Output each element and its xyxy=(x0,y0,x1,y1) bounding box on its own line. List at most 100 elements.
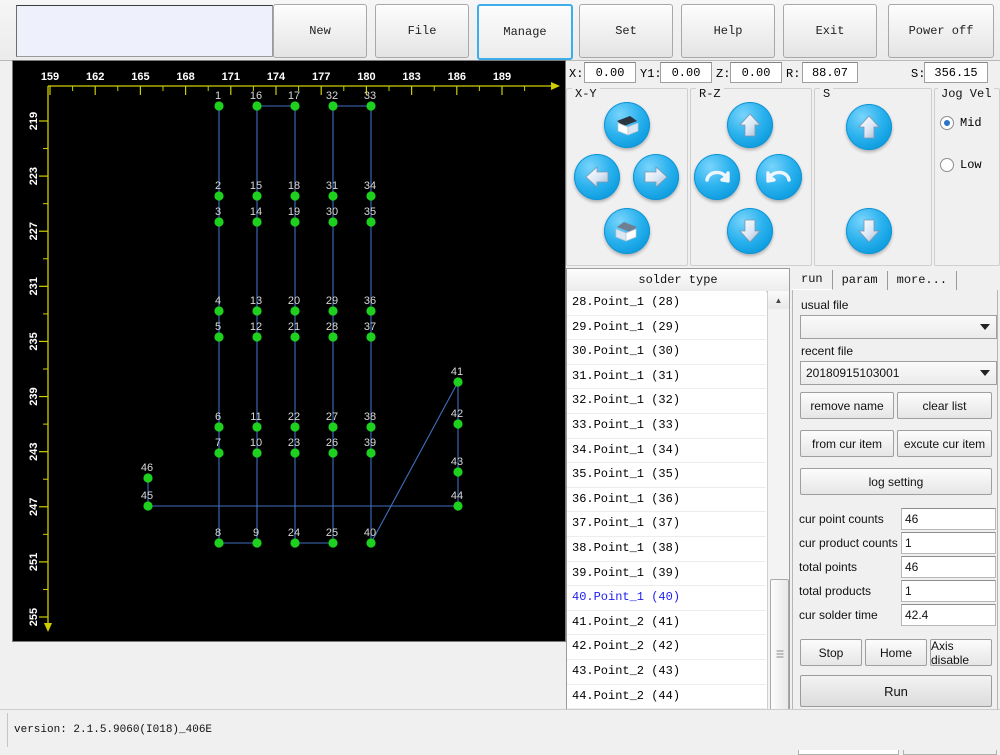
svg-text:13: 13 xyxy=(250,295,262,307)
solder-list-row[interactable]: 44.Point_2 (44) xyxy=(567,685,766,710)
svg-text:45: 45 xyxy=(141,490,153,502)
svg-text:11: 11 xyxy=(250,411,261,423)
jog-velocity-option-mid[interactable]: Mid xyxy=(940,116,982,130)
svg-text:20: 20 xyxy=(288,295,300,307)
toolbar-button-set[interactable]: Set xyxy=(579,4,673,58)
solder-list-header: solder type xyxy=(567,269,789,292)
toolbar-button-new[interactable]: New xyxy=(273,4,367,58)
solder-type-list-panel: solder type 28.Point_1 (28) 29.Point_1 (2… xyxy=(566,268,790,744)
svg-text:186: 186 xyxy=(448,71,466,83)
svg-text:14: 14 xyxy=(250,206,262,218)
svg-text:6: 6 xyxy=(215,411,221,423)
radio-icon[interactable] xyxy=(940,116,954,130)
jog-velocity-label: Low xyxy=(960,158,982,172)
point-layout-canvas[interactable]: 159 162 165 168 171 174 177 180 183 186 189 219 223 2… xyxy=(12,60,566,642)
coord-value-z: 0.00 xyxy=(730,62,782,83)
jog-rz-down-button[interactable] xyxy=(727,208,773,254)
coord-label-y1: Y1: xyxy=(640,67,662,81)
jog-xy-tilt-up-button[interactable] xyxy=(604,102,650,148)
toolbar-button-power-off[interactable]: Power off xyxy=(888,4,994,58)
jog-xy-tilt-down-button[interactable] xyxy=(604,208,650,254)
tab-run[interactable]: run xyxy=(792,270,833,290)
svg-text:38: 38 xyxy=(364,411,376,423)
solder-list-row[interactable]: 42.Point_2 (42) xyxy=(567,635,766,660)
solder-list-row[interactable]: 41.Point_2 (41) xyxy=(567,611,766,636)
stat-value: 42.4 xyxy=(901,604,996,626)
solder-list-scrollbar[interactable]: ▲ ▼ xyxy=(767,291,789,743)
solder-list-row[interactable]: 35.Point_1 (35) xyxy=(567,463,766,488)
log-setting-button[interactable]: log setting xyxy=(800,468,992,495)
solder-list-row[interactable]: 38.Point_1 (38) xyxy=(567,537,766,562)
solder-list-row[interactable]: 33.Point_1 (33) xyxy=(567,414,766,439)
svg-text:31: 31 xyxy=(326,180,338,192)
home-button[interactable]: Home xyxy=(865,639,927,666)
svg-text:43: 43 xyxy=(451,456,463,468)
solder-list-row[interactable]: 36.Point_1 (36) xyxy=(567,488,766,513)
stop-button[interactable]: Stop xyxy=(800,639,862,666)
jog-rz-up-button[interactable] xyxy=(727,102,773,148)
solder-list-row[interactable]: 40.Point_1 (40) xyxy=(567,586,766,611)
jog-s-up-button[interactable] xyxy=(846,104,892,150)
solder-list-row[interactable]: 30.Point_1 (30) xyxy=(567,340,766,365)
svg-text:39: 39 xyxy=(364,437,376,449)
jog-r-rotate-cw-button[interactable] xyxy=(694,154,740,200)
stat-label: cur point counts xyxy=(799,512,884,526)
right-control-panel: run param more... usual file recent file 2… xyxy=(792,268,998,755)
run-tab-pane: usual file recent file 20180915103001 re… xyxy=(792,290,998,755)
solder-list-row[interactable]: 31.Point_1 (31) xyxy=(567,365,766,390)
svg-text:41: 41 xyxy=(451,366,463,378)
run-button[interactable]: Run xyxy=(800,675,992,707)
toolbar-button-help[interactable]: Help xyxy=(681,4,775,58)
usual-file-label: usual file xyxy=(801,298,849,312)
radio-icon[interactable] xyxy=(940,158,954,172)
coord-label-x: X: xyxy=(569,67,584,81)
solder-list-body[interactable]: 28.Point_1 (28) 29.Point_1 (29) 30.Point_1… xyxy=(567,291,766,743)
coord-value-s: 356.15 xyxy=(924,62,988,83)
svg-text:8: 8 xyxy=(215,527,221,539)
svg-text:18: 18 xyxy=(288,180,300,192)
solder-list-row[interactable]: 39.Point_1 (39) xyxy=(567,562,766,587)
recent-file-label: recent file xyxy=(801,344,854,358)
svg-text:168: 168 xyxy=(176,71,194,83)
coord-value-r: 88.07 xyxy=(802,62,858,83)
jog-s-down-button[interactable] xyxy=(846,208,892,254)
svg-text:247: 247 xyxy=(28,498,40,516)
axis-disable-button[interactable]: Axis disable xyxy=(930,639,992,667)
solder-list-row[interactable]: 32.Point_1 (32) xyxy=(567,389,766,414)
stat-row: cur point counts 46 xyxy=(793,508,997,531)
toolbar-button-file[interactable]: File xyxy=(375,4,469,58)
jog-xy-left-button[interactable] xyxy=(574,154,620,200)
svg-text:3: 3 xyxy=(215,206,221,218)
from-cur-item-button[interactable]: from cur item xyxy=(800,430,894,457)
scroll-up-arrow-icon[interactable]: ▲ xyxy=(768,291,789,309)
tab-param[interactable]: param xyxy=(833,271,888,290)
tab-more[interactable]: more... xyxy=(888,271,958,290)
toolbar-button-manage[interactable]: Manage xyxy=(477,4,573,60)
toolbar-button-exit[interactable]: Exit xyxy=(783,4,877,58)
svg-text:23: 23 xyxy=(288,437,300,449)
solder-list-row[interactable]: 34.Point_1 (34) xyxy=(567,439,766,464)
stat-label: cur solder time xyxy=(799,608,878,622)
excute-cur-item-button[interactable]: excute cur item xyxy=(897,430,992,457)
solder-list-row[interactable]: 43.Point_2 (43) xyxy=(567,660,766,685)
solder-list-row[interactable]: 28.Point_1 (28) xyxy=(567,291,766,316)
stat-value: 46 xyxy=(901,508,996,530)
solder-list-row[interactable]: 29.Point_1 (29) xyxy=(567,316,766,341)
right-panel-tabs[interactable]: run param more... xyxy=(792,268,958,290)
svg-text:15: 15 xyxy=(250,180,262,192)
jog-velocity-option-low[interactable]: Low xyxy=(940,158,982,172)
svg-text:10: 10 xyxy=(250,437,262,449)
scrollbar-thumb[interactable] xyxy=(770,579,789,729)
usual-file-combo[interactable] xyxy=(800,315,997,339)
clear-list-button[interactable]: clear list xyxy=(897,392,992,419)
stat-value: 1 xyxy=(901,532,996,554)
svg-text:24: 24 xyxy=(288,527,300,539)
top-toolbar: New File Manage Set Help Exit Power off xyxy=(0,0,1000,61)
svg-text:171: 171 xyxy=(222,71,240,83)
remove-name-button[interactable]: remove name xyxy=(800,392,894,419)
svg-text:32: 32 xyxy=(326,90,338,102)
jog-r-rotate-ccw-button[interactable] xyxy=(756,154,802,200)
solder-list-row[interactable]: 37.Point_1 (37) xyxy=(567,512,766,537)
recent-file-combo[interactable]: 20180915103001 xyxy=(800,361,997,385)
jog-xy-right-button[interactable] xyxy=(633,154,679,200)
